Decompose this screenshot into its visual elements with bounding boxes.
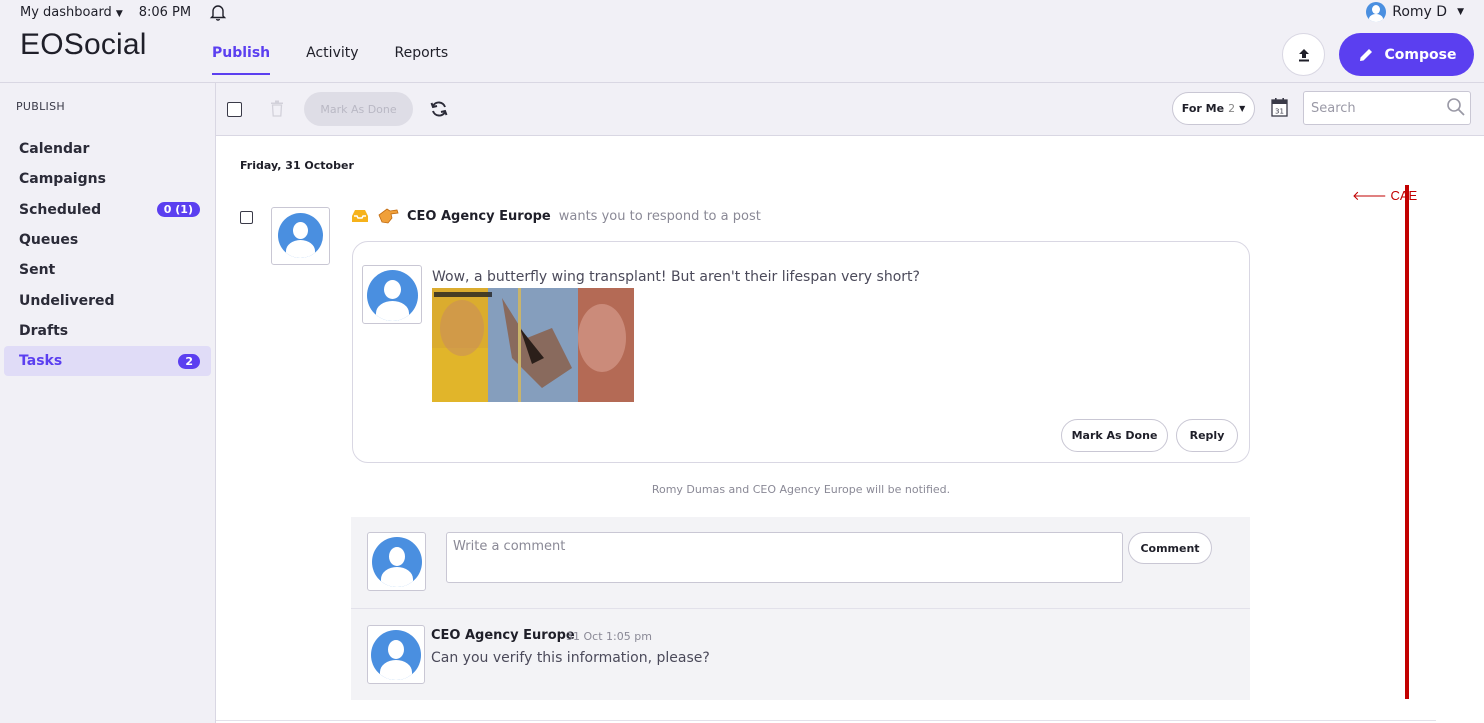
user-menu[interactable]: Romy D ▼ — [1366, 2, 1464, 22]
upload-icon — [1298, 48, 1309, 61]
sidebar-item-label: Undelivered — [19, 292, 115, 309]
tab-activity[interactable]: Activity — [306, 45, 358, 75]
comment-author[interactable]: CEO Agency Europe — [431, 628, 575, 643]
sidebar-item-label: Queues — [19, 232, 79, 249]
divider — [216, 720, 1436, 721]
comment-input[interactable] — [446, 532, 1123, 583]
sidebar: PUBLISH Calendar Campaigns Scheduled 0 (1… — [0, 83, 216, 723]
arrow-left-icon: 🡐 — [1352, 188, 1387, 203]
sidebar-item-label: Campaigns — [19, 171, 106, 188]
divider — [351, 608, 1250, 609]
main-nav: Publish Activity Reports — [212, 45, 448, 75]
count-badge: 0 (1) — [156, 202, 200, 218]
task-author[interactable]: CEO Agency Europe — [407, 209, 551, 224]
search-input[interactable] — [1304, 92, 1440, 124]
avatar — [372, 537, 422, 587]
sidebar-item-sent[interactable]: Sent — [4, 255, 211, 285]
sidebar-item-label: Calendar — [19, 141, 90, 158]
avatar — [1366, 2, 1387, 22]
topbar: My dashboard ▼ 8:06 PM — [20, 3, 227, 21]
search-icon[interactable] — [1446, 97, 1466, 117]
comment-timestamp: 31 Oct 1:05 pm — [566, 630, 652, 643]
sidebar-item-scheduled[interactable]: Scheduled 0 (1) — [4, 195, 211, 225]
mark-as-done-button[interactable]: Mark As Done — [304, 92, 413, 126]
comment-author-avatar-frame — [367, 625, 425, 684]
post-text: Wow, a butterfly wing transplant! But ar… — [432, 269, 920, 285]
clock-time: 8:06 PM — [138, 4, 192, 20]
compose-button[interactable]: Compose — [1339, 33, 1474, 76]
chevron-down-icon: ▼ — [1457, 7, 1464, 17]
inbox-icon — [352, 210, 368, 222]
sidebar-item-label: Tasks — [19, 353, 63, 370]
avatar — [278, 213, 323, 258]
search-box — [1303, 91, 1471, 125]
comment-text: Can you verify this information, please? — [431, 650, 710, 666]
sidebar-item-label: Scheduled — [19, 201, 102, 218]
commenter-avatar-frame — [367, 532, 426, 591]
sidebar-item-drafts[interactable]: Drafts — [4, 316, 211, 346]
compose-label: Compose — [1384, 46, 1457, 63]
dashboard-label: My dashboard — [20, 4, 112, 20]
filter-count: 2 — [1228, 102, 1236, 115]
profile-timeline-line — [1405, 185, 1409, 699]
trash-icon[interactable] — [270, 100, 284, 117]
date-heading: Friday, 31 October — [240, 159, 354, 172]
select-all-checkbox[interactable] — [227, 102, 242, 117]
post-image[interactable] — [432, 288, 634, 402]
app-header: My dashboard ▼ 8:06 PM EOSocial Publish A… — [0, 0, 1484, 83]
tab-publish[interactable]: Publish — [212, 45, 271, 75]
chevron-down-icon: ▼ — [1239, 104, 1246, 113]
chevron-down-icon: ▼ — [115, 8, 123, 19]
toolbar: Mark As Done For Me 2 ▼ 31 — [216, 83, 1484, 136]
sidebar-item-tasks[interactable]: Tasks 2 — [4, 346, 211, 377]
comment-button[interactable]: Comment — [1128, 532, 1212, 564]
calendar-icon[interactable]: 31 — [1271, 97, 1288, 117]
svg-text:31: 31 — [1275, 108, 1284, 116]
pointing-hand-icon — [378, 208, 399, 224]
user-name: Romy D — [1392, 4, 1448, 20]
sidebar-list: Calendar Campaigns Scheduled 0 (1) Queues… — [4, 134, 211, 377]
dashboard-switcher[interactable]: My dashboard ▼ — [20, 5, 123, 20]
sidebar-item-queues[interactable]: Queues — [4, 225, 211, 255]
brand-logo: EOSocial — [20, 28, 147, 61]
avatar — [367, 270, 418, 321]
sidebar-item-campaigns[interactable]: Campaigns — [4, 164, 211, 194]
profile-tag-label: CAE — [1390, 188, 1418, 203]
task-header: CEO Agency Europe wants you to respond t… — [351, 207, 761, 225]
task-action-text: wants you to respond to a post — [558, 208, 761, 224]
mark-as-done-button[interactable]: Mark As Done — [1061, 419, 1168, 452]
filter-label: For Me — [1181, 102, 1225, 115]
task-avatar-frame — [271, 207, 330, 265]
assignee-filter-dropdown[interactable]: For Me 2 ▼ — [1172, 92, 1255, 125]
sidebar-item-label: Sent — [19, 262, 56, 279]
sidebar-item-label: Drafts — [19, 322, 69, 339]
refresh-icon[interactable] — [429, 99, 449, 119]
count-badge: 2 — [178, 353, 200, 369]
sidebar-heading: PUBLISH — [16, 100, 65, 113]
task-checkbox[interactable] — [240, 211, 253, 224]
reply-button[interactable]: Reply — [1176, 419, 1238, 452]
notify-text: Romy Dumas and CEO Agency Europe will be… — [651, 483, 951, 496]
sidebar-item-undelivered[interactable]: Undelivered — [4, 285, 211, 315]
post-avatar-frame — [362, 265, 422, 324]
sidebar-item-calendar[interactable]: Calendar — [4, 134, 211, 164]
tab-reports[interactable]: Reports — [395, 45, 449, 75]
avatar — [371, 630, 421, 680]
bell-icon[interactable] — [209, 3, 227, 21]
pencil-icon — [1359, 48, 1372, 61]
upload-button[interactable] — [1282, 33, 1325, 76]
